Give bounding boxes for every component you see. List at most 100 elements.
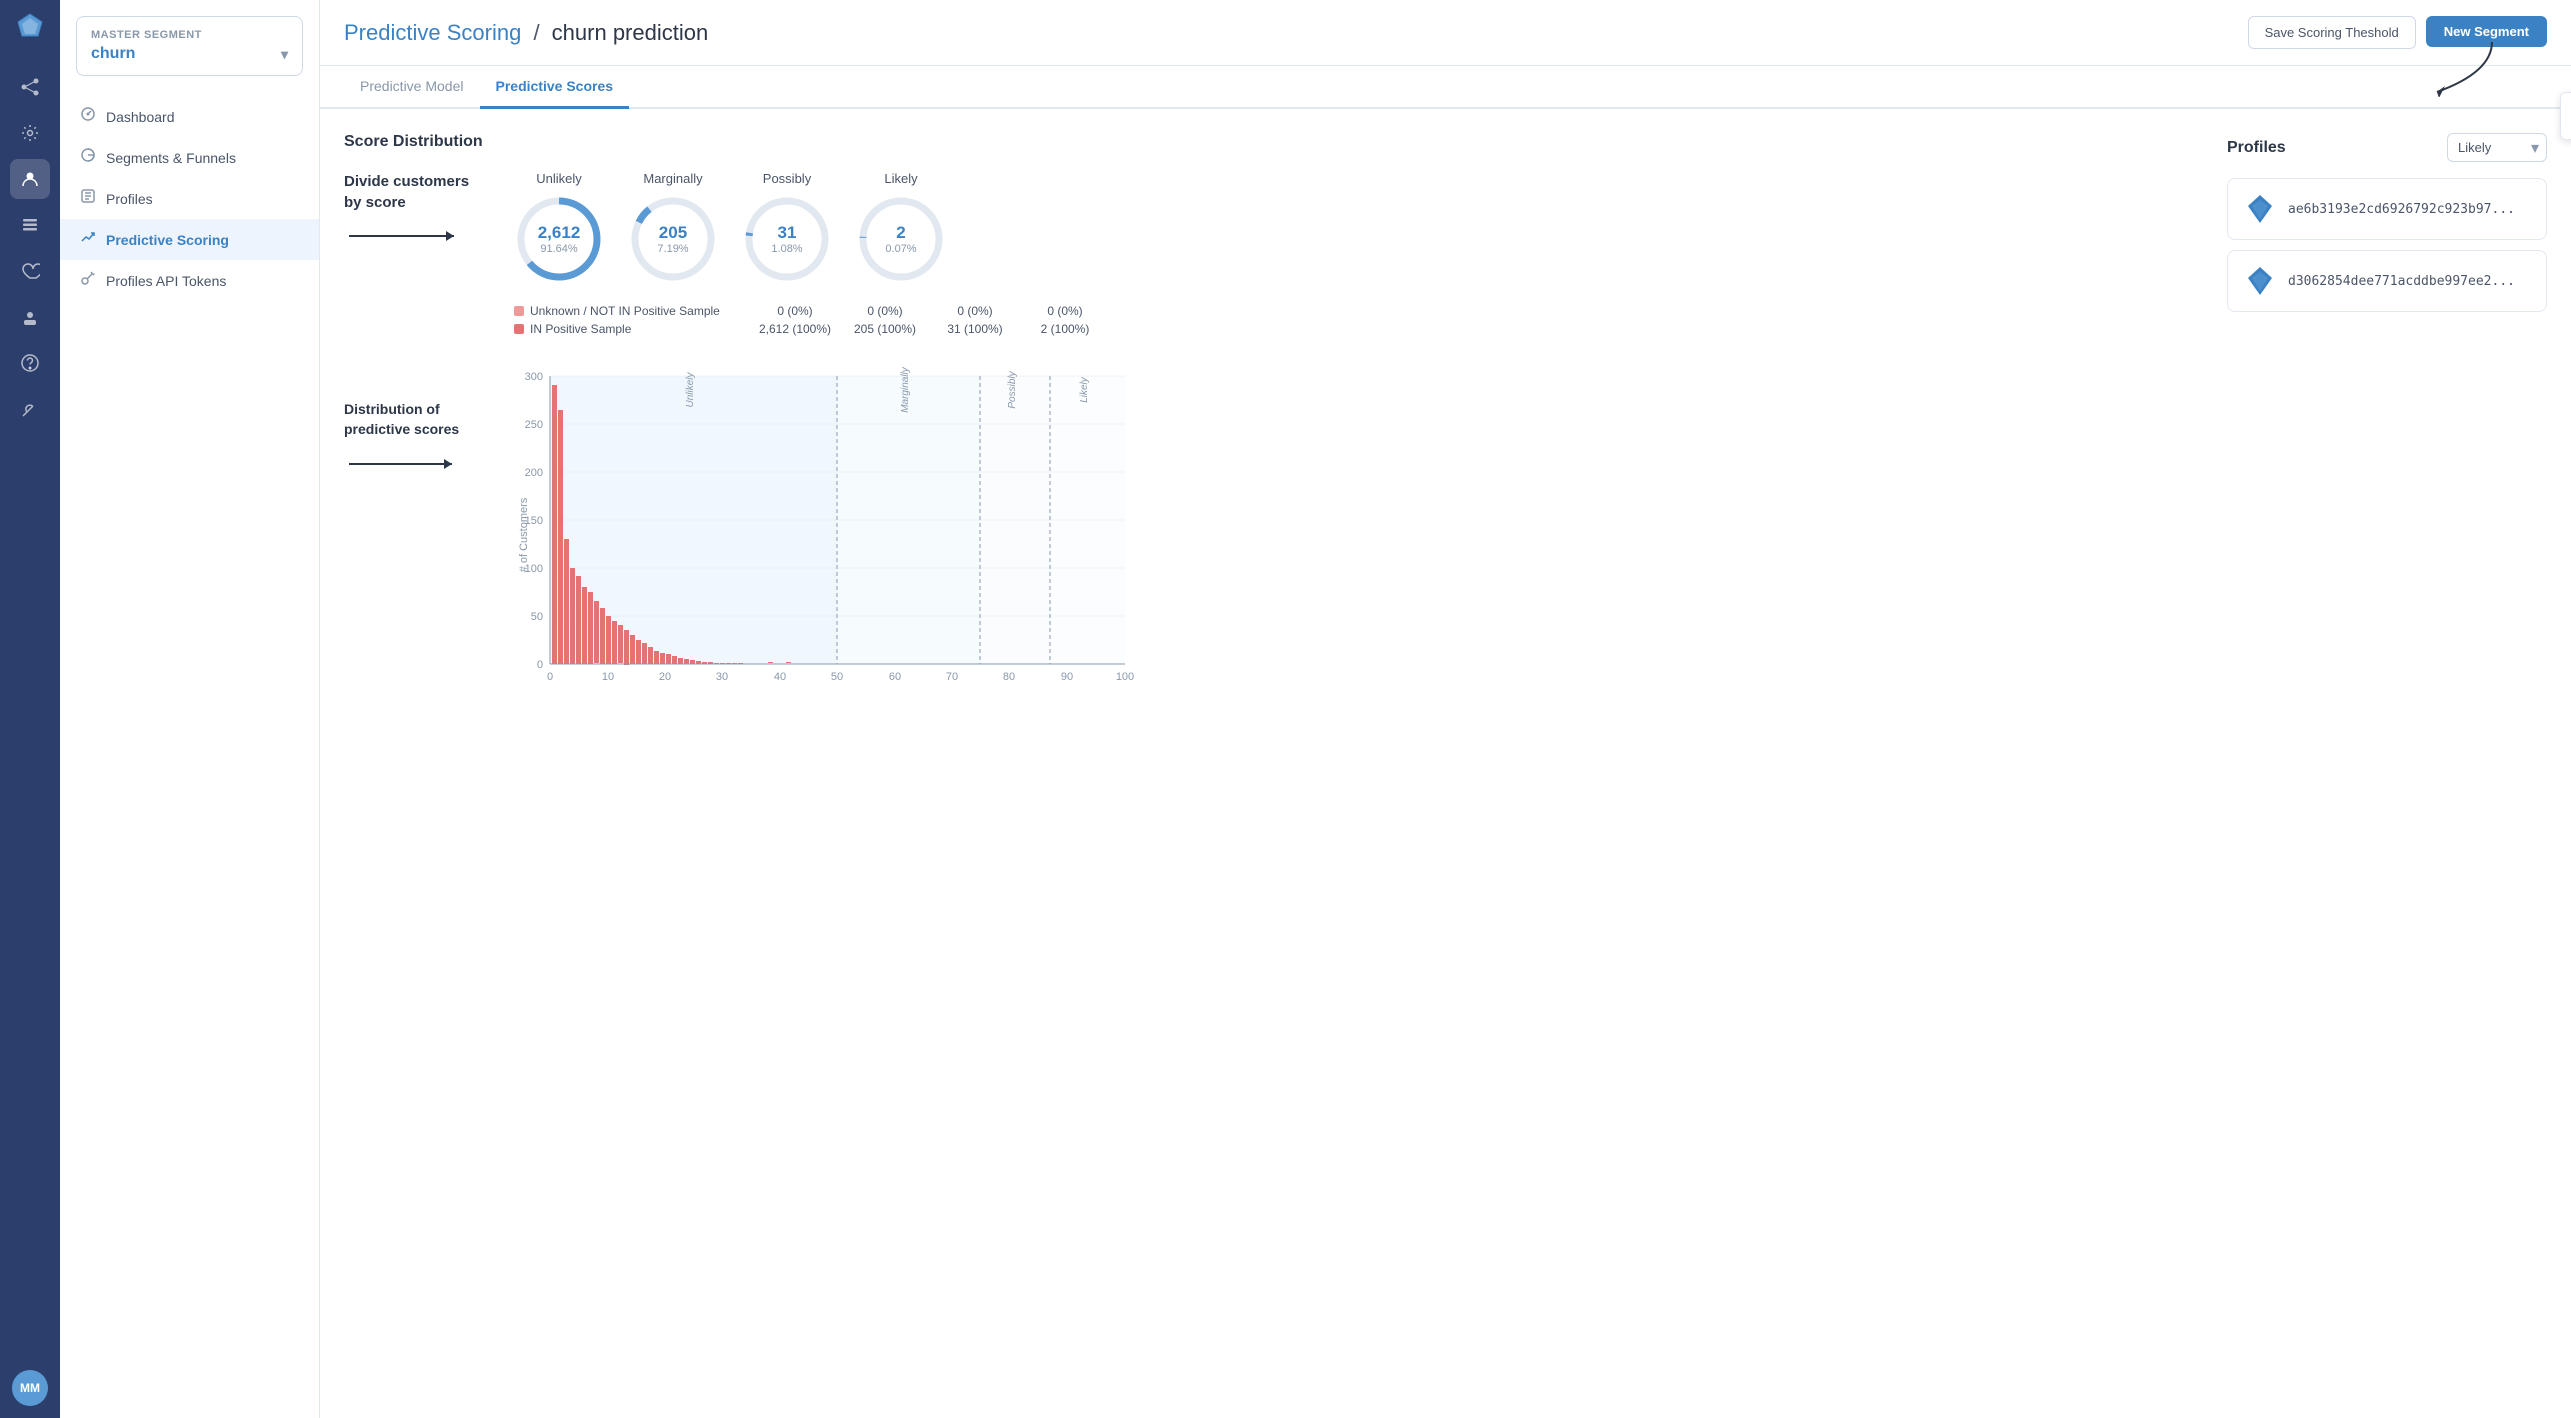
- api-tokens-icon: [80, 270, 96, 291]
- legend-val-unknown-3: 0 (0%): [1020, 304, 1110, 318]
- legend-label-unknown: Unknown / NOT IN Positive Sample: [530, 304, 750, 318]
- legend-val-unknown-1: 0 (0%): [840, 304, 930, 318]
- new-segment-container: New Segment Create a new segmentbased on…: [2426, 16, 2547, 49]
- page-header: Predictive Scoring / churn prediction Sa…: [320, 0, 2571, 66]
- sidebar-item-profiles[interactable]: [10, 159, 50, 199]
- svg-text:Likely: Likely: [1079, 376, 1090, 403]
- sidebar-icon-strip: MM: [0, 0, 60, 1418]
- sidebar-item-tools[interactable]: [10, 389, 50, 429]
- profile-card-1[interactable]: ae6b3193e2cd6926792c923b97...: [2227, 178, 2547, 240]
- score-circle-likely-label: Likely: [884, 171, 917, 186]
- content-area: Score Distribution Divide customersby sc…: [320, 109, 2571, 1418]
- legend-dot-unknown: [514, 306, 524, 316]
- score-circle-possibly-label: Possibly: [763, 171, 811, 186]
- svg-text:10: 10: [602, 671, 614, 683]
- profiles-header: Profiles Unlikely Marginally Possibly Li…: [2227, 133, 2547, 162]
- nav-label-dashboard: Dashboard: [106, 109, 175, 125]
- master-segment-chevron-icon: ▾: [281, 46, 288, 63]
- predictive-scoring-icon: [80, 229, 96, 250]
- svg-text:# of Customers: # of Customers: [518, 497, 530, 572]
- svg-text:80: 80: [1003, 671, 1015, 683]
- svg-text:200: 200: [525, 467, 543, 479]
- master-segment-value: churn: [91, 45, 135, 63]
- legend-val-unknown-0: 0 (0%): [750, 304, 840, 318]
- svg-text:70: 70: [946, 671, 958, 683]
- chart-section: Distribution ofpredictive scores 300 250…: [344, 360, 2203, 705]
- breadcrumb-separator: /: [533, 20, 545, 45]
- left-navigation: MASTER SEGMENT churn ▾ Dashboard Segment…: [60, 0, 320, 1418]
- master-segment-label: MASTER SEGMENT: [91, 29, 288, 41]
- nav-label-segments: Segments & Funnels: [106, 150, 236, 166]
- score-possibly-pct: 1.08%: [771, 243, 802, 255]
- header-title: Predictive Scoring / churn prediction: [344, 20, 2248, 46]
- legend-val-positive-3: 2 (100%): [1020, 322, 1110, 336]
- svg-text:90: 90: [1061, 671, 1073, 683]
- score-marginally-pct: 7.19%: [657, 243, 688, 255]
- score-circle-likely-chart: 2 0.07%: [856, 194, 946, 284]
- master-segment-selector[interactable]: MASTER SEGMENT churn ▾: [76, 16, 303, 76]
- score-circle-likely: Likely 2 0.07%: [856, 171, 946, 284]
- svg-text:Possibly: Possibly: [1007, 370, 1018, 408]
- sidebar-item-settings[interactable]: [10, 113, 50, 153]
- header-actions: Save Scoring Theshold New Segment Create…: [2248, 16, 2547, 49]
- dashboard-icon: [80, 106, 96, 127]
- sidebar-item-connections[interactable]: [10, 67, 50, 107]
- user-avatar[interactable]: MM: [12, 1370, 48, 1406]
- sidebar-item-lists[interactable]: [10, 205, 50, 245]
- nav-item-predictive-scoring[interactable]: Predictive Scoring: [60, 219, 319, 260]
- profile-diamond-icon-1: [2244, 193, 2276, 225]
- left-content-section: Score Distribution Divide customersby sc…: [344, 133, 2203, 1394]
- score-legend-table: Unknown / NOT IN Positive Sample 0 (0%) …: [514, 304, 2203, 336]
- score-circle-unlikely-label: Unlikely: [536, 171, 582, 186]
- svg-text:60: 60: [889, 671, 901, 683]
- profiles-nav-icon: [80, 188, 96, 209]
- app-logo: [16, 12, 44, 45]
- legend-dot-positive: [514, 324, 524, 334]
- legend-label-positive: IN Positive Sample: [530, 322, 750, 336]
- score-distribution-title: Score Distribution: [344, 133, 2203, 151]
- tab-bar: Predictive Model Predictive Scores: [320, 66, 2571, 109]
- profiles-filter-dropdown[interactable]: Unlikely Marginally Possibly Likely: [2447, 133, 2547, 162]
- score-circles: Unlikely 2,612 91.64%: [514, 171, 946, 284]
- save-scoring-threshold-button[interactable]: Save Scoring Theshold: [2248, 16, 2416, 49]
- legend-val-positive-2: 31 (100%): [930, 322, 1020, 336]
- profile-card-2[interactable]: d3062854dee771acddbe997ee2...: [2227, 250, 2547, 312]
- annotation-arrow-svg: [2427, 42, 2497, 97]
- svg-text:Marginally: Marginally: [900, 366, 911, 413]
- svg-text:40: 40: [774, 671, 786, 683]
- histogram-svg: 300 250 200 150 100 50 0: [515, 360, 1155, 700]
- main-content: Predictive Scoring / churn prediction Sa…: [320, 0, 2571, 1418]
- svg-text:0: 0: [547, 671, 553, 683]
- tab-predictive-model[interactable]: Predictive Model: [344, 66, 480, 109]
- score-possibly-number: 31: [771, 223, 802, 243]
- nav-item-api-tokens[interactable]: Profiles API Tokens: [60, 260, 319, 301]
- tab-predictive-scores[interactable]: Predictive Scores: [480, 66, 630, 109]
- svg-text:30: 30: [716, 671, 728, 683]
- svg-text:50: 50: [831, 671, 843, 683]
- breadcrumb-link[interactable]: Predictive Scoring: [344, 20, 521, 45]
- nav-item-dashboard[interactable]: Dashboard: [60, 96, 319, 137]
- legend-val-positive-1: 205 (100%): [840, 322, 930, 336]
- nav-item-segments[interactable]: Segments & Funnels: [60, 137, 319, 178]
- nav-label-api-tokens: Profiles API Tokens: [106, 273, 226, 289]
- profile-id-1: ae6b3193e2cd6926792c923b97...: [2288, 202, 2515, 217]
- score-circle-possibly: Possibly 31 1.08%: [742, 171, 832, 284]
- score-likely-number: 2: [885, 223, 916, 243]
- nav-label-profiles: Profiles: [106, 191, 153, 207]
- histogram-chart: 300 250 200 150 100 50 0: [515, 360, 2203, 705]
- score-circle-unlikely: Unlikely 2,612 91.64%: [514, 171, 604, 284]
- legend-val-positive-0: 2,612 (100%): [750, 322, 840, 336]
- nav-item-profiles[interactable]: Profiles: [60, 178, 319, 219]
- legend-row-unknown: Unknown / NOT IN Positive Sample 0 (0%) …: [514, 304, 2203, 318]
- svg-text:Unlikely: Unlikely: [685, 371, 696, 407]
- divide-annotation-arrow: [344, 221, 464, 251]
- score-circle-marginally-label: Marginally: [643, 171, 702, 186]
- svg-text:100: 100: [1116, 671, 1134, 683]
- sidebar-item-help[interactable]: [10, 343, 50, 383]
- score-likely-pct: 0.07%: [885, 243, 916, 255]
- sidebar-item-identity[interactable]: [10, 297, 50, 337]
- divide-customers-annotation: Divide customersby score: [344, 171, 514, 251]
- profiles-panel-title: Profiles: [2227, 139, 2286, 157]
- profile-diamond-icon-2: [2244, 265, 2276, 297]
- sidebar-item-health[interactable]: [10, 251, 50, 291]
